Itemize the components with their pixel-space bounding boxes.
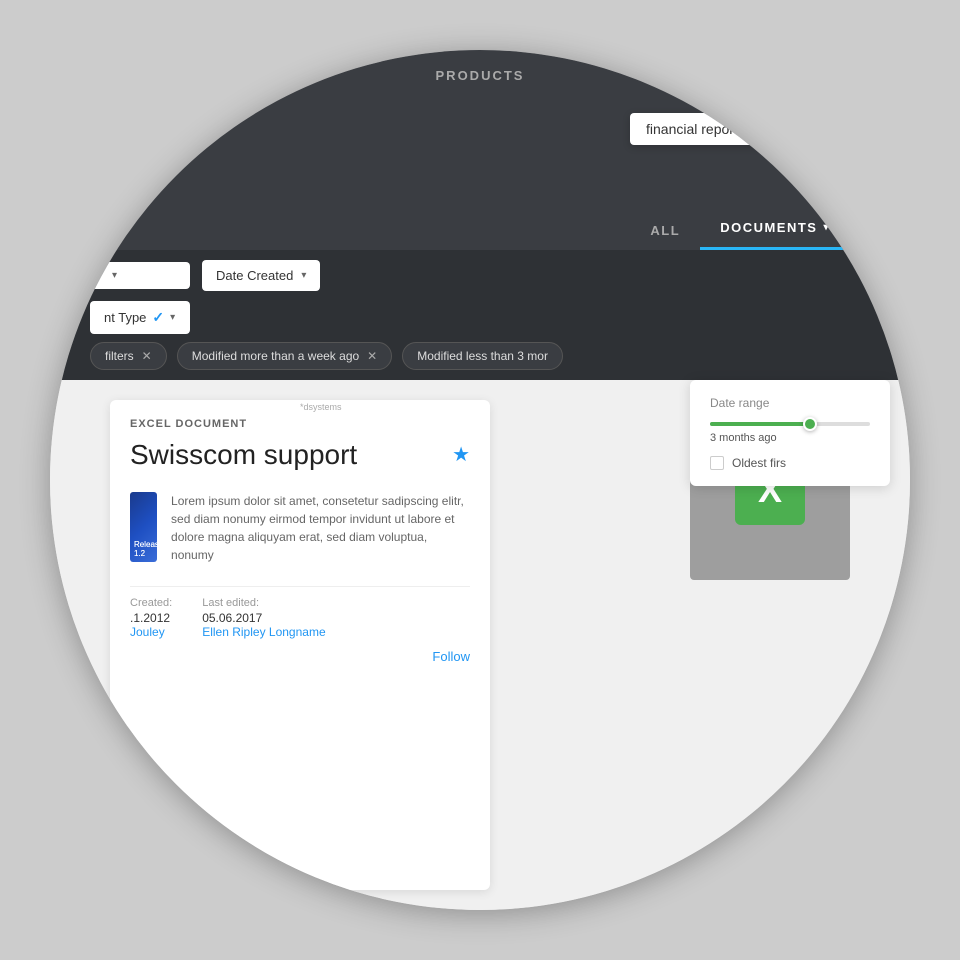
- dropdown-arrow-icon: ▾: [301, 270, 306, 281]
- created-by[interactable]: Jouley: [130, 625, 172, 639]
- close-icon[interactable]: ✕: [142, 349, 152, 363]
- main-circle: PRODUCTS financial repor ALL DOCUMENTS ▾: [50, 50, 910, 910]
- date-filter-panel: Date range 3 months ago Oldest firs: [690, 380, 890, 486]
- date-range-label: Date range: [710, 396, 870, 410]
- check-icon: ✓: [152, 309, 164, 326]
- filter-bar-second: nt Type ✓ ▾: [50, 301, 910, 342]
- top-nav: PRODUCTS financial repor ALL DOCUMENTS ▾: [50, 50, 910, 250]
- doc-meta-created: Created: .1.2012 Jouley: [130, 597, 172, 639]
- follow-link[interactable]: Follow: [130, 649, 470, 664]
- doc-body: Release 1.2 Lorem ipsum dolor sit amet, …: [130, 482, 470, 572]
- close-icon[interactable]: ✕: [367, 349, 377, 363]
- products-label: PRODUCTS: [50, 50, 910, 83]
- filter-bar: ▾ Date Created ▾ Date Modified: [50, 250, 910, 301]
- search-input[interactable]: financial repor: [630, 113, 850, 145]
- star-icon[interactable]: ★: [452, 442, 470, 467]
- doc-title-row: Swisscom support ★: [130, 438, 470, 472]
- oldest-first-label: Oldest firs: [732, 456, 786, 470]
- created-date: .1.2012: [130, 611, 172, 625]
- doc-meta-edited: Last edited: 05.06.2017 Ellen Ripley Lon…: [202, 597, 325, 639]
- oldest-first-checkbox[interactable]: [710, 456, 724, 470]
- filter-pill-filters[interactable]: filters ✕: [90, 342, 167, 370]
- tab-all[interactable]: ALL: [630, 211, 700, 250]
- thumbnail-label: Release 1.2: [134, 540, 157, 558]
- created-label: Created:: [130, 597, 172, 609]
- doc-title: Swisscom support: [130, 438, 357, 472]
- filter-dropdown-1[interactable]: ▾: [90, 262, 190, 289]
- slider-container[interactable]: [710, 422, 870, 426]
- active-filters-row: filters ✕ Modified more than a week ago …: [50, 342, 910, 380]
- dropdown-arrow-icon: ▾: [823, 222, 830, 233]
- app-wrapper: PRODUCTS financial repor ALL DOCUMENTS ▾: [50, 50, 910, 910]
- slider-track: [710, 422, 870, 426]
- filter-dropdown-doc-type[interactable]: nt Type ✓ ▾: [90, 301, 190, 334]
- doc-thumbnail: Release 1.2: [130, 492, 157, 562]
- slider-thumb[interactable]: [803, 417, 817, 431]
- last-edited-label: Last edited:: [202, 597, 325, 609]
- doc-type-label: EXCEL DOCUMENT: [130, 418, 470, 430]
- dropdown-arrow-icon: ▾: [112, 270, 117, 281]
- tab-documents[interactable]: DOCUMENTS ▾: [700, 208, 850, 250]
- filter-pill-modified-week[interactable]: Modified more than a week ago ✕: [177, 342, 393, 370]
- last-edited-by[interactable]: Ellen Ripley Longname: [202, 625, 325, 639]
- filter-dropdown-date-modified[interactable]: Date Modified: [790, 50, 910, 81]
- systems-label: *dsystems: [300, 402, 342, 412]
- search-bar-row: financial repor: [50, 93, 910, 145]
- oldest-first-row: Oldest firs: [710, 456, 870, 470]
- slider-value: 3 months ago: [710, 432, 870, 444]
- tabs-row: ALL DOCUMENTS ▾: [50, 208, 910, 250]
- slider-fill: [710, 422, 806, 426]
- doc-description: Lorem ipsum dolor sit amet, consetetur s…: [171, 492, 470, 564]
- filter-dropdown-date-created[interactable]: Date Created ▾: [202, 260, 320, 291]
- doc-meta: Created: .1.2012 Jouley Last edited: 05.…: [130, 586, 470, 639]
- document-card: *dsystems EXCEL DOCUMENT Swisscom suppor…: [110, 400, 490, 890]
- filter-pill-modified-3months[interactable]: Modified less than 3 mor: [402, 342, 563, 370]
- last-edited-date: 05.06.2017: [202, 611, 325, 625]
- main-content: *dsystems EXCEL DOCUMENT Swisscom suppor…: [50, 380, 910, 910]
- dropdown-arrow-icon: ▾: [170, 312, 175, 323]
